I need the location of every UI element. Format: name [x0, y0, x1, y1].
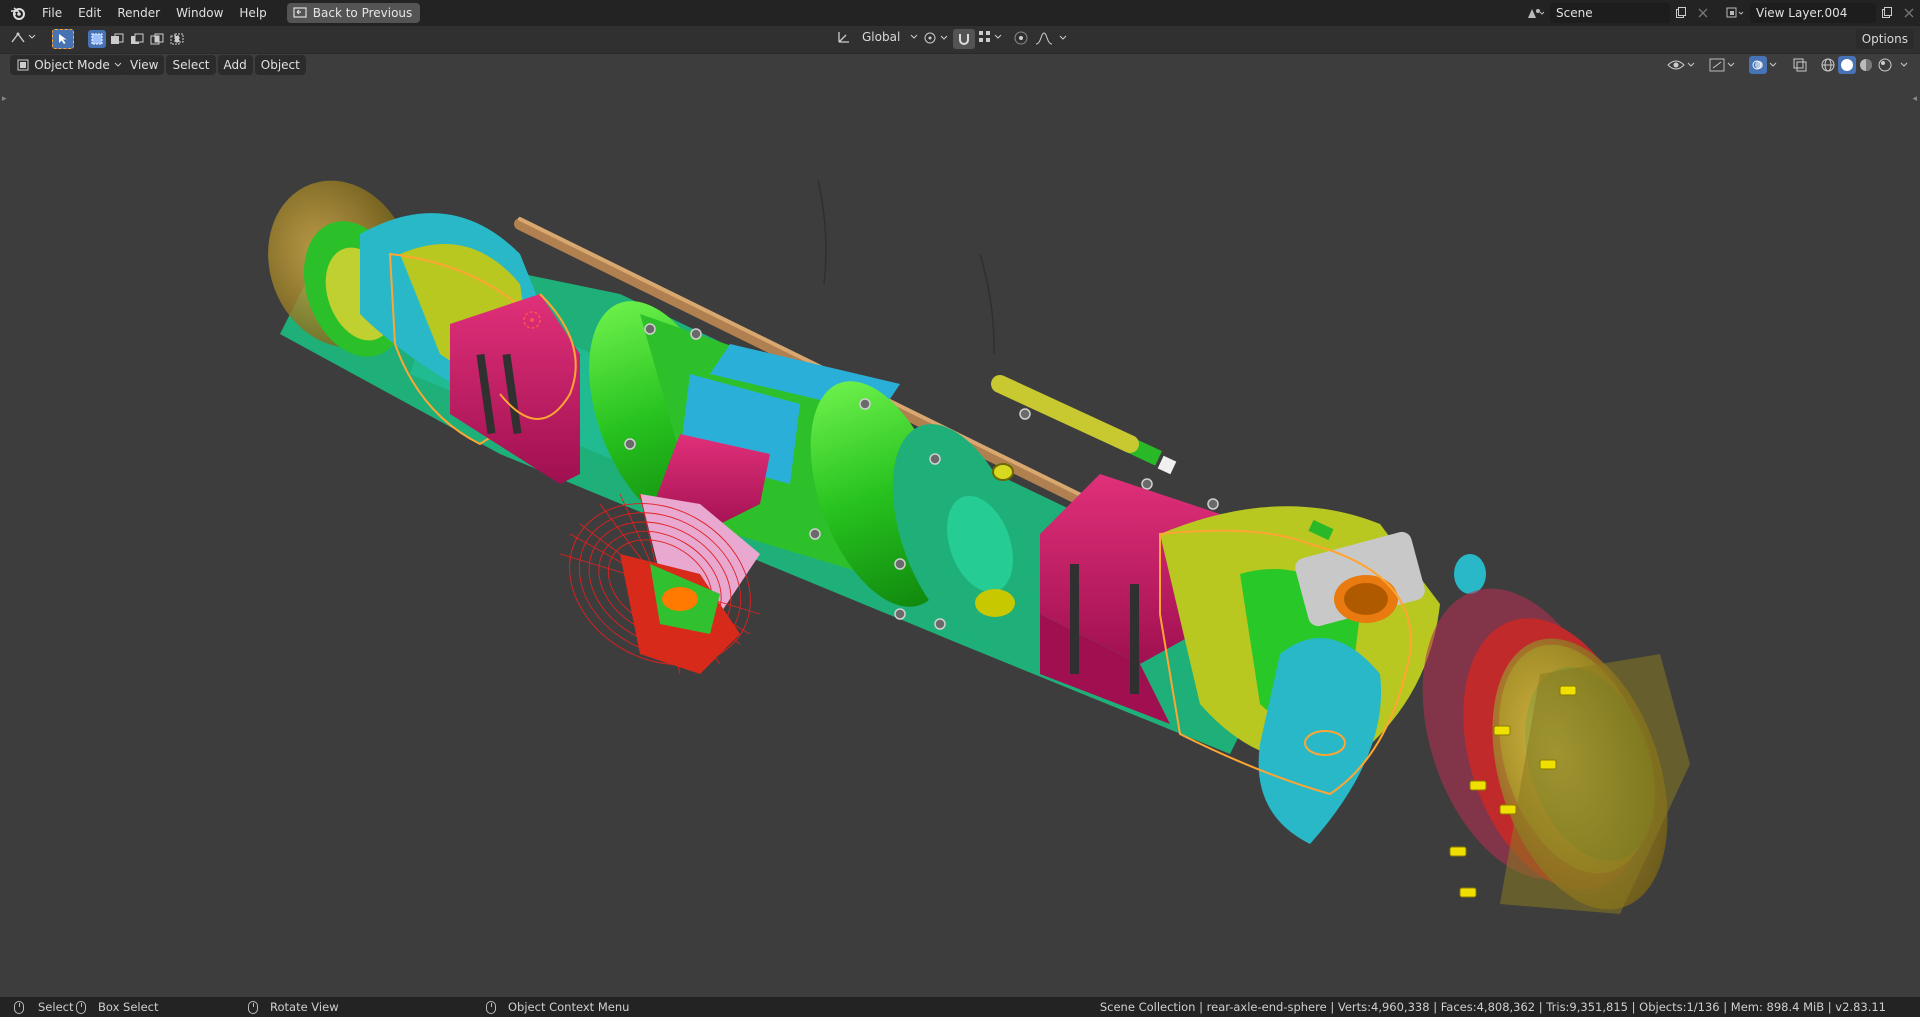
hint-rotate-view: Rotate View	[248, 1000, 339, 1014]
visibility-icon	[1667, 60, 1685, 70]
menu-edit[interactable]: Edit	[70, 2, 109, 24]
pivot-icon	[924, 32, 936, 44]
viewport-scene	[268, 179, 1690, 914]
tool-settings-header: Global Options	[0, 26, 1920, 54]
scene-name-value: Scene	[1556, 6, 1593, 20]
pivot-point-dropdown[interactable]	[922, 30, 948, 46]
menu-render[interactable]: Render	[109, 2, 168, 24]
gizmo-icon	[1709, 58, 1725, 72]
toolbar-expand-icon[interactable]: ▸	[2, 94, 7, 104]
hint-context-menu: Object Context Menu	[486, 1000, 629, 1014]
hint-box-select-label: Box Select	[98, 1000, 159, 1014]
shading-rendered-icon[interactable]	[1876, 56, 1894, 74]
options-dropdown[interactable]: Options	[1855, 29, 1914, 49]
mouse-right-icon	[486, 1000, 496, 1014]
new-scene-icon[interactable]	[1670, 3, 1692, 23]
select-box-mode-icons	[88, 30, 186, 48]
object-mode-icon	[17, 59, 29, 71]
hint-rotate-label: Rotate View	[270, 1000, 339, 1014]
snap-icon	[959, 34, 969, 45]
hint-context-label: Object Context Menu	[508, 1000, 630, 1014]
delete-scene-icon[interactable]	[1692, 3, 1714, 23]
editor-type-selector[interactable]	[10, 30, 36, 44]
select-invert-icon[interactable]	[148, 30, 166, 48]
sensor-wires	[817, 179, 995, 355]
back-to-previous-label: Back to Previous	[312, 6, 413, 20]
hint-select: Select	[14, 1000, 73, 1014]
transform-orientation-icon	[838, 32, 849, 43]
proportional-icon	[1014, 31, 1028, 45]
view-layer-selector-icon[interactable]	[1724, 3, 1746, 23]
top-bar: File Edit Render Window Help Back to Pre…	[0, 0, 1920, 26]
chevron-down-icon[interactable]	[1900, 62, 1908, 68]
back-to-previous-button[interactable]: Back to Previous	[286, 3, 421, 23]
xray-icon[interactable]	[1791, 56, 1809, 74]
select-new-icon[interactable]	[88, 30, 106, 48]
status-bar: Select Box Select Rotate View Object Con…	[0, 997, 1920, 1017]
scene-statistics: Scene Collection | rear-axle-end-sphere …	[1099, 1000, 1886, 1014]
new-view-layer-icon[interactable]	[1876, 3, 1898, 23]
falloff-curve-icon	[1035, 32, 1053, 45]
chevron-down-icon	[940, 35, 948, 40]
menu-select[interactable]: Select	[166, 55, 216, 75]
chevron-down-icon	[1059, 35, 1067, 40]
options-label: Options	[1861, 32, 1908, 46]
scene-name-field[interactable]: Scene	[1550, 3, 1670, 23]
select-cursor-icon[interactable]	[52, 29, 74, 49]
snap-increment-icon	[979, 31, 990, 42]
blender-logo-icon[interactable]	[8, 3, 28, 23]
visibility-dropdown[interactable]	[1667, 58, 1695, 72]
select-intersect-icon[interactable]	[168, 30, 186, 48]
gizmo-dropdown[interactable]	[1709, 58, 1735, 72]
mouse-middle-icon	[248, 1000, 258, 1014]
delete-view-layer-icon[interactable]	[1898, 3, 1920, 23]
object-mode-value: Object Mode	[34, 58, 110, 72]
proportional-editing[interactable]	[1013, 30, 1067, 46]
mouse-drag-icon	[76, 1000, 86, 1014]
snap-target-dropdown[interactable]	[978, 30, 1002, 44]
shading-wireframe-icon[interactable]	[1819, 56, 1837, 74]
transform-orientation-dropdown[interactable]: Global	[836, 29, 918, 45]
menu-window[interactable]: Window	[168, 2, 231, 24]
menu-view[interactable]: View	[124, 55, 165, 75]
scene-controls: Scene View Layer.004	[1524, 2, 1920, 24]
mouse-left-icon	[14, 1000, 24, 1014]
chevron-down-icon	[994, 34, 1002, 39]
menu-file[interactable]: File	[34, 2, 70, 24]
overlay-icon	[1749, 56, 1767, 74]
chevron-down-icon	[114, 62, 122, 67]
hint-box-select: Box Select	[76, 1000, 159, 1014]
shading-material-icon[interactable]	[1857, 56, 1875, 74]
viewport-menus: View Select Add Object	[124, 55, 306, 75]
chevron-down-icon	[1687, 62, 1695, 67]
editor-type-icon	[11, 32, 25, 43]
snap-toggle[interactable]	[953, 29, 975, 49]
menu-add[interactable]: Add	[217, 55, 253, 75]
object-mode-dropdown[interactable]: Object Mode	[10, 55, 128, 75]
view-layer-value: View Layer.004	[1756, 6, 1848, 20]
view-layer-field[interactable]: View Layer.004	[1750, 3, 1876, 23]
chevron-down-icon	[28, 34, 36, 39]
select-subtract-icon[interactable]	[128, 30, 146, 48]
transform-orientation-value: Global	[862, 30, 901, 44]
3d-viewport[interactable]	[0, 54, 1920, 997]
sidebar-expand-icon[interactable]: ◂	[1912, 94, 1917, 104]
select-extend-icon[interactable]	[108, 30, 126, 48]
chevron-down-icon	[1769, 62, 1777, 67]
screen-back-icon	[293, 7, 307, 18]
menu-object[interactable]: Object	[254, 55, 306, 75]
hint-select-label: Select	[38, 1000, 74, 1014]
viewport-display-controls	[1667, 55, 1908, 75]
overlay-dropdown[interactable]	[1749, 56, 1777, 74]
chevron-down-icon	[1727, 62, 1735, 67]
scene-selector-icon[interactable]	[1524, 3, 1546, 23]
menu-help[interactable]: Help	[231, 2, 274, 24]
chevron-down-icon	[910, 34, 918, 39]
shading-solid-icon[interactable]	[1838, 56, 1856, 74]
shading-mode-group	[1819, 56, 1894, 74]
